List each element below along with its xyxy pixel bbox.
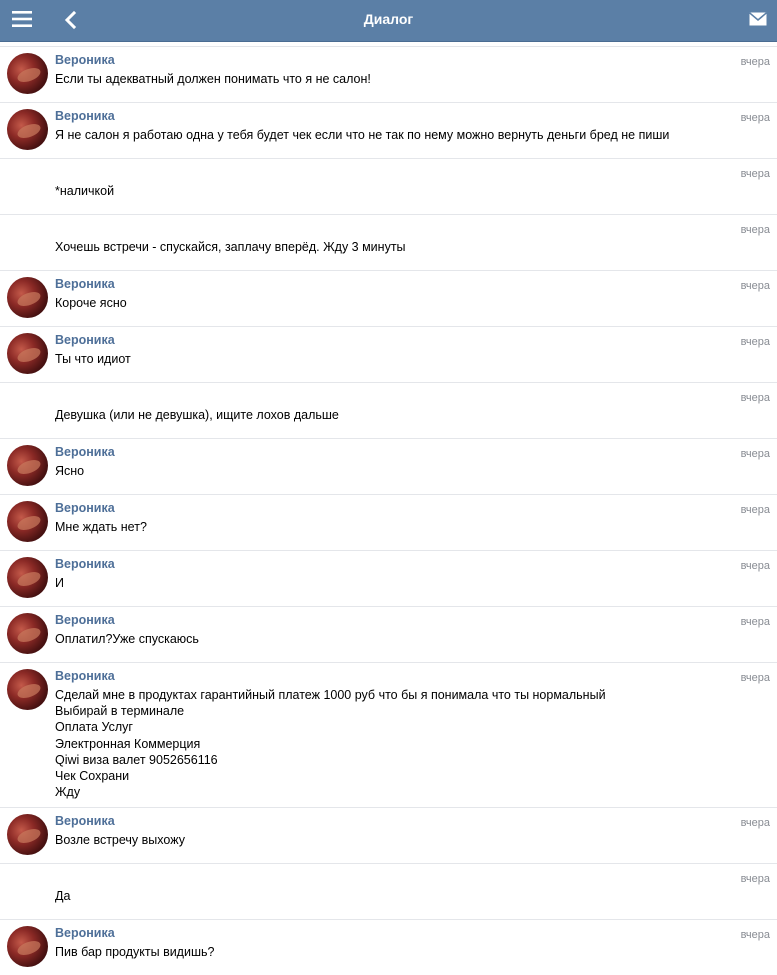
- message-text: И: [55, 576, 64, 590]
- message-item[interactable]: Вероника Если ты адекватный должен понима…: [0, 46, 777, 102]
- message-sender[interactable]: Вероника: [55, 53, 717, 68]
- message-timestamp: вчера: [740, 873, 770, 885]
- message-timestamp: вчера: [740, 280, 770, 292]
- avatar[interactable]: [7, 445, 48, 486]
- message-item[interactable]: Вероника Я не салон я работаю одна у тебя…: [0, 102, 777, 158]
- message-text: Оплатил?Уже спускаюсь: [55, 632, 199, 646]
- message-timestamp: вчера: [740, 560, 770, 572]
- message-item[interactable]: Вероника Короче ясно вчера: [0, 270, 777, 326]
- page-title: Диалог: [363, 11, 414, 27]
- avatar[interactable]: [7, 669, 48, 710]
- message-item[interactable]: Девушка (или не девушка), ищите лохов да…: [0, 382, 777, 438]
- message-item[interactable]: Вероника Мне ждать нет? вчера: [0, 494, 777, 550]
- message-sender: [55, 389, 717, 404]
- message-item[interactable]: Вероника Пив бар продукты видишь? вчера: [0, 919, 777, 975]
- message-sender[interactable]: Вероника: [55, 277, 717, 292]
- message-text: Я не салон я работаю одна у тебя будет ч…: [55, 128, 670, 142]
- message-text: Ты что идиот: [55, 352, 131, 366]
- message-sender: [55, 870, 717, 885]
- message-sender[interactable]: Вероника: [55, 814, 717, 829]
- avatar[interactable]: [7, 109, 48, 150]
- message-text: Ясно: [55, 464, 85, 478]
- message-sender[interactable]: Вероника: [55, 557, 717, 572]
- message-timestamp: вчера: [740, 224, 770, 236]
- message-sender[interactable]: Вероника: [55, 109, 717, 124]
- message-text: Хочешь встречи - спускайся, заплачу впер…: [55, 240, 406, 254]
- message-sender: [55, 165, 717, 180]
- avatar[interactable]: [7, 557, 48, 598]
- message-sender[interactable]: Вероника: [55, 333, 717, 348]
- message-item[interactable]: Вероника Ты что идиот вчера: [0, 326, 777, 382]
- message-item[interactable]: Вероника Ивчера: [0, 550, 777, 606]
- message-text: Да: [55, 889, 71, 903]
- message-timestamp: вчера: [740, 168, 770, 180]
- message-text: Сделай мне в продуктах гарантийный плате…: [55, 688, 606, 800]
- message-timestamp: вчера: [740, 817, 770, 829]
- message-timestamp: вчера: [740, 336, 770, 348]
- message-sender[interactable]: Вероника: [55, 926, 717, 941]
- message-text: Пив бар продукты видишь?: [55, 945, 215, 959]
- message-text: Девушка (или не девушка), ищите лохов да…: [55, 408, 339, 422]
- message-list[interactable]: Вероника Если ты адекватный должен понима…: [0, 46, 777, 975]
- avatar[interactable]: [7, 613, 48, 654]
- avatar[interactable]: [7, 333, 48, 374]
- message-item[interactable]: Вероника Ясно вчера: [0, 438, 777, 494]
- message-item[interactable]: Хочешь встречи - спускайся, заплачу впер…: [0, 214, 777, 270]
- message-sender: [55, 221, 717, 236]
- message-timestamp: вчера: [740, 448, 770, 460]
- message-text: Короче ясно: [55, 296, 127, 310]
- message-sender[interactable]: Вероника: [55, 613, 717, 628]
- message-text: Если ты адекватный должен понимать что я…: [55, 72, 371, 86]
- message-sender[interactable]: Вероника: [55, 501, 717, 516]
- message-text: *наличкой: [55, 184, 115, 198]
- avatar[interactable]: [7, 53, 48, 94]
- message-item[interactable]: Вероника Возле встречу выхожу вчера: [0, 807, 777, 863]
- message-item[interactable]: *наличкой вчера: [0, 158, 777, 214]
- avatar[interactable]: [7, 814, 48, 855]
- message-text: Мне ждать нет?: [55, 520, 147, 534]
- message-timestamp: вчера: [740, 672, 770, 684]
- message-item[interactable]: Вероника Оплатил?Уже спускаюсь вчера: [0, 606, 777, 662]
- message-timestamp: вчера: [740, 112, 770, 124]
- message-item[interactable]: Вероника Сделай мне в продуктах гарантийн…: [0, 662, 777, 807]
- message-sender[interactable]: Вероника: [55, 445, 717, 460]
- avatar[interactable]: [7, 501, 48, 542]
- avatar[interactable]: [7, 926, 48, 967]
- message-timestamp: вчера: [740, 929, 770, 941]
- message-timestamp: вчера: [740, 504, 770, 516]
- message-sender[interactable]: Вероника: [55, 669, 717, 684]
- message-timestamp: вчера: [740, 616, 770, 628]
- envelope-icon[interactable]: [749, 12, 767, 26]
- avatar[interactable]: [7, 277, 48, 318]
- message-timestamp: вчера: [740, 392, 770, 404]
- top-app-bar: Диалог: [0, 0, 777, 42]
- message-timestamp: вчера: [740, 56, 770, 68]
- message-text: Возле встречу выхожу: [55, 833, 185, 847]
- message-item[interactable]: Да вчера: [0, 863, 777, 919]
